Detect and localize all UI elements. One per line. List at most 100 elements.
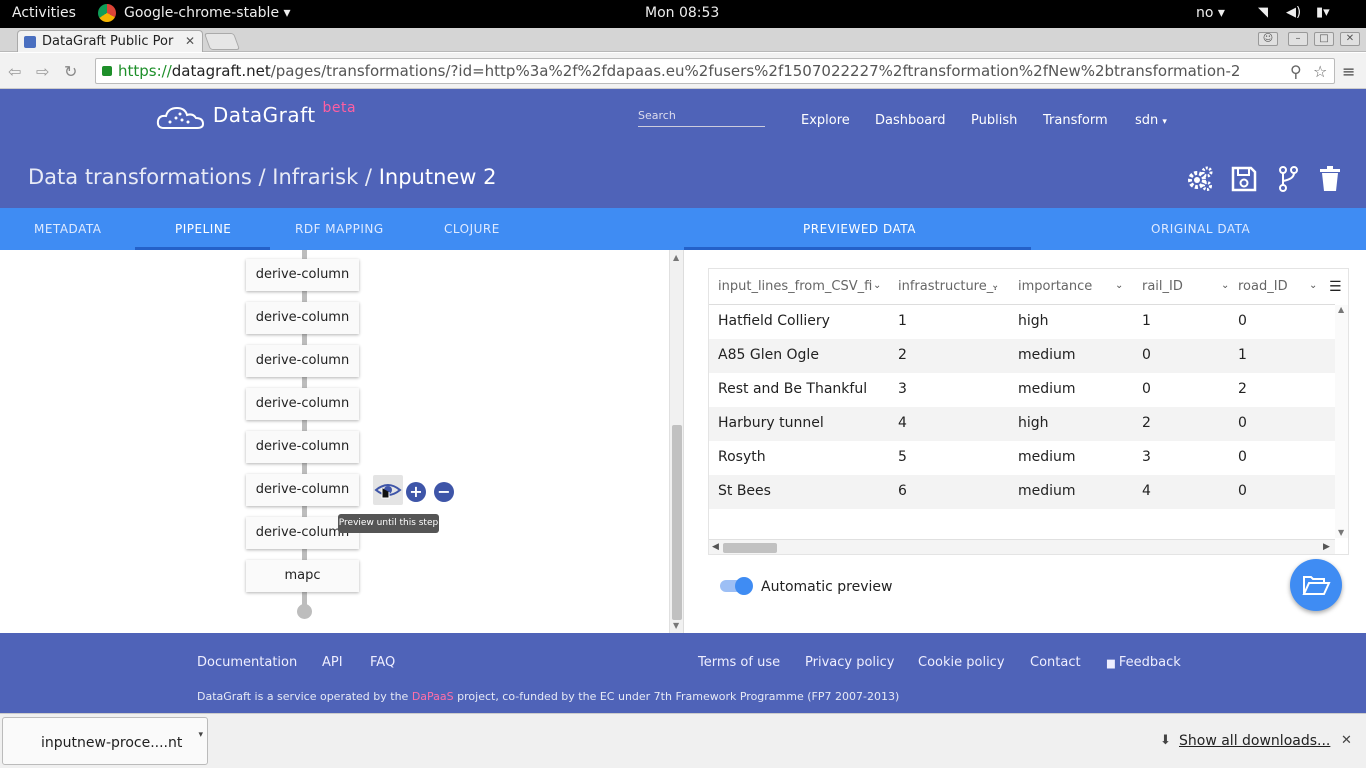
datagraft-logo[interactable]: DataGraft beta: [156, 100, 356, 130]
user-icon[interactable]: ☺: [1258, 32, 1278, 46]
table-cell: 3: [1142, 449, 1151, 465]
preview-tooltip: Preview until this step: [338, 514, 439, 533]
pipeline-pane: derive-column derive-column derive-colum…: [0, 250, 683, 633]
pipeline-step[interactable]: derive-column: [246, 259, 359, 291]
tab-metadata[interactable]: METADATA: [34, 222, 101, 236]
footer-link-faq[interactable]: FAQ: [370, 655, 395, 670]
toggle-knob: [735, 577, 753, 595]
footer-link-cookie[interactable]: Cookie policy: [918, 655, 1005, 670]
battery-icon[interactable]: ▮▾: [1316, 5, 1330, 20]
activities-button[interactable]: Activities: [12, 5, 76, 21]
pipeline-scrollbar[interactable]: ▲ ▼: [669, 250, 683, 633]
footer-link-terms[interactable]: Terms of use: [698, 655, 780, 670]
browser-tab[interactable]: DataGraft Public Por ✕: [17, 30, 203, 52]
table-cell: medium: [1018, 347, 1076, 363]
nav-explore[interactable]: Explore: [801, 113, 850, 128]
settings-gears-icon[interactable]: [1186, 165, 1214, 193]
address-bar[interactable]: https://datagraft.net/pages/transformati…: [95, 58, 1335, 84]
search-input[interactable]: Search: [638, 109, 765, 127]
footer-link-privacy[interactable]: Privacy policy: [805, 655, 894, 670]
chrome-menu-icon[interactable]: ≡: [1342, 62, 1355, 81]
back-icon[interactable]: ⇦: [8, 62, 21, 81]
footer-link-api[interactable]: API: [322, 655, 343, 670]
save-icon[interactable]: [1230, 165, 1258, 193]
scroll-down-arrow-icon[interactable]: ▼: [673, 621, 679, 630]
table-cell: 5: [898, 449, 907, 465]
pipeline-step[interactable]: derive-column: [246, 345, 359, 377]
chevron-down-icon[interactable]: ▾: [198, 730, 203, 740]
close-tab-icon[interactable]: ✕: [185, 34, 195, 48]
footer-link-documentation[interactable]: Documentation: [197, 655, 297, 670]
forward-icon[interactable]: ⇨: [36, 62, 49, 81]
feedback-icon: ▆: [1107, 658, 1115, 669]
table-cell: 0: [1142, 347, 1151, 363]
scroll-down-arrow-icon[interactable]: ▼: [1338, 528, 1344, 537]
lock-icon: [102, 66, 112, 76]
tab-rdf-mapping[interactable]: RDF MAPPING: [295, 222, 384, 236]
open-file-button[interactable]: [1290, 559, 1342, 611]
grid-menu-icon[interactable]: ☰: [1329, 279, 1342, 295]
user-menu[interactable]: sdn ▾: [1135, 113, 1167, 128]
remove-step-button[interactable]: −: [434, 482, 454, 502]
chevron-down-icon[interactable]: ⌄: [1309, 280, 1317, 291]
delete-trash-icon[interactable]: [1316, 165, 1344, 193]
download-item[interactable]: inputnew-proce....nt ▾: [2, 717, 208, 765]
column-header[interactable]: input_lines_from_CSV_fi...: [718, 279, 872, 294]
scroll-up-arrow-icon[interactable]: ▲: [673, 253, 679, 262]
pipeline-step[interactable]: derive-column: [246, 431, 359, 463]
nav-dashboard[interactable]: Dashboard: [875, 113, 946, 128]
reload-icon[interactable]: ↻: [64, 62, 77, 81]
scrollbar-thumb[interactable]: [672, 425, 682, 620]
maximize-button[interactable]: □: [1314, 32, 1334, 46]
pipeline-step[interactable]: derive-column: [246, 388, 359, 420]
table-cell: 1: [1142, 313, 1151, 329]
show-all-downloads-link[interactable]: Show all downloads...: [1179, 733, 1330, 749]
table-cell: 3: [898, 381, 907, 397]
fork-icon[interactable]: [1274, 165, 1302, 193]
add-step-button[interactable]: +: [406, 482, 426, 502]
wifi-icon[interactable]: ◥: [1258, 5, 1268, 20]
pipeline-step[interactable]: mapc: [246, 560, 359, 592]
keyboard-layout[interactable]: no ▾: [1196, 5, 1225, 21]
tab-previewed-data[interactable]: PREVIEWED DATA: [803, 222, 916, 236]
chevron-down-icon[interactable]: ⌄: [873, 280, 881, 291]
scrollbar-thumb[interactable]: [723, 543, 777, 553]
nav-transform[interactable]: Transform: [1043, 113, 1108, 128]
bookmark-star-icon[interactable]: ☆: [1313, 62, 1327, 81]
breadcrumb-separator: /: [258, 165, 266, 189]
column-header[interactable]: rail_ID: [1142, 279, 1183, 294]
tab-clojure[interactable]: CLOJURE: [444, 222, 500, 236]
tab-original-data[interactable]: ORIGINAL DATA: [1151, 222, 1250, 236]
chevron-down-icon[interactable]: ⌄: [1221, 280, 1229, 291]
column-header[interactable]: road_ID: [1238, 279, 1288, 294]
preview-step-button[interactable]: [373, 475, 403, 505]
column-header[interactable]: infrastructure_...: [898, 279, 998, 294]
chevron-down-icon[interactable]: ⌄: [1115, 280, 1123, 291]
pipeline-step[interactable]: derive-column: [246, 474, 359, 506]
scroll-left-arrow-icon[interactable]: ◀: [712, 542, 719, 552]
scroll-up-arrow-icon[interactable]: ▲: [1338, 305, 1344, 314]
breadcrumb-data-transformations[interactable]: Data transformations: [28, 165, 252, 189]
scroll-right-arrow-icon[interactable]: ▶: [1323, 542, 1330, 552]
grid-vertical-scrollbar[interactable]: ▲ ▼: [1335, 305, 1348, 538]
grid-horizontal-scrollbar[interactable]: ◀ ▶: [709, 539, 1335, 554]
footer-link-feedback[interactable]: ▆ Feedback: [1107, 655, 1181, 670]
column-header[interactable]: importance: [1018, 279, 1092, 294]
close-icon[interactable]: ✕: [1341, 733, 1352, 748]
close-window-button[interactable]: ✕: [1340, 32, 1360, 46]
app-menu[interactable]: Google-chrome-stable ▾: [124, 5, 291, 21]
breadcrumb-infrarisk[interactable]: Infrarisk: [272, 165, 358, 189]
tab-pipeline[interactable]: PIPELINE: [175, 222, 231, 236]
clock[interactable]: Mon 08:53: [645, 5, 719, 21]
minimize-button[interactable]: –: [1288, 32, 1308, 46]
dapaas-link[interactable]: DaPaaS: [412, 690, 454, 703]
pipeline-step[interactable]: derive-column: [246, 302, 359, 334]
automatic-preview-toggle[interactable]: [720, 577, 753, 595]
volume-icon[interactable]: ◀): [1286, 5, 1301, 20]
footer-link-contact[interactable]: Contact: [1030, 655, 1081, 670]
nav-publish[interactable]: Publish: [971, 113, 1017, 128]
new-tab-button[interactable]: [203, 33, 241, 50]
footer-credit: DataGraft is a service operated by the D…: [197, 690, 899, 703]
chevron-down-icon[interactable]: ⌄: [991, 280, 999, 291]
zoom-icon[interactable]: ⚲: [1290, 62, 1302, 81]
